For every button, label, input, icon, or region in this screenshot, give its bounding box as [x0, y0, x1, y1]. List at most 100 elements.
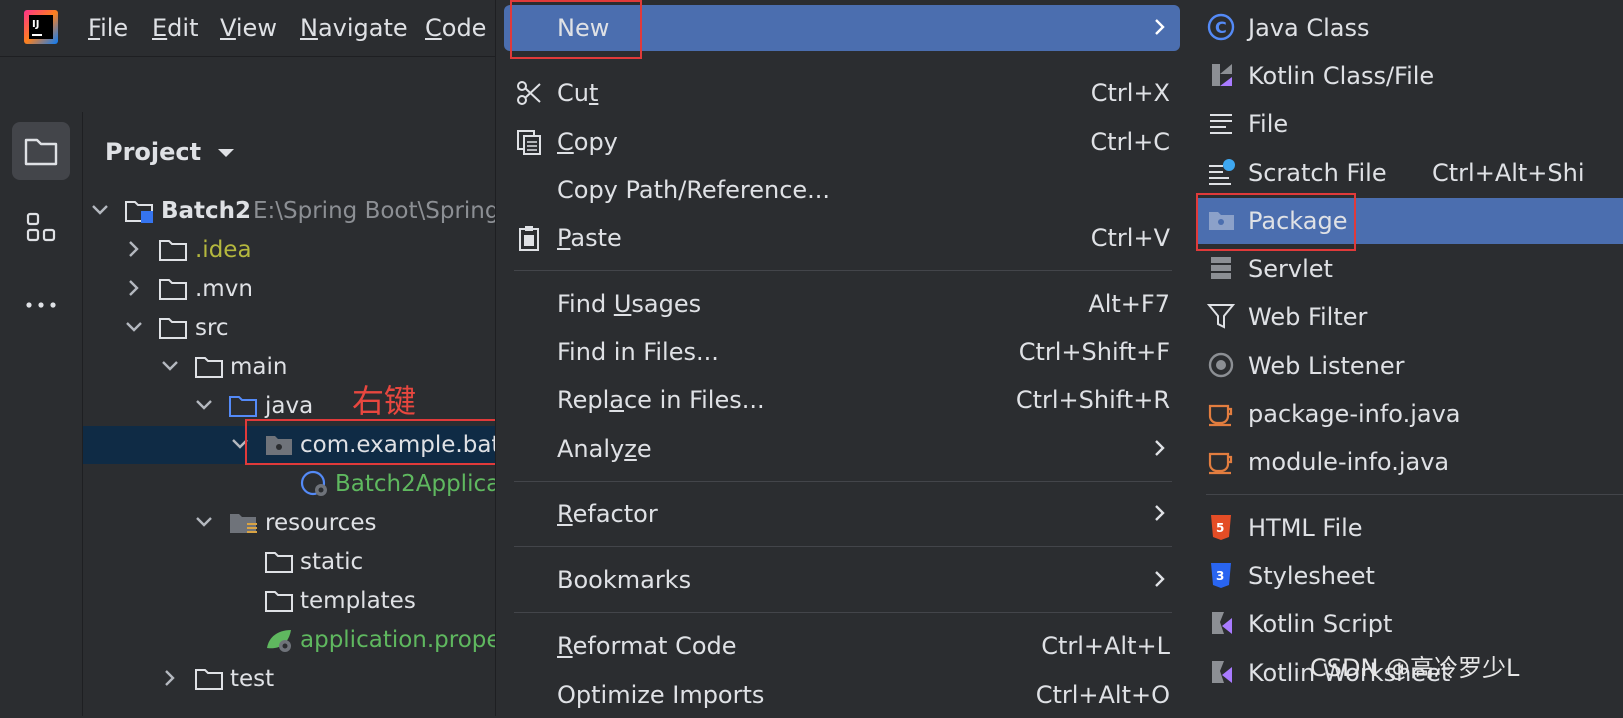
menu-separator — [514, 270, 1172, 271]
submenu-item-file[interactable]: File — [1196, 101, 1623, 147]
module-path: E:\Spring Boot\Spring — [253, 198, 495, 224]
menu-separator — [1206, 494, 1623, 495]
tree-item-batch2-application[interactable]: Batch2Applica — [83, 465, 495, 503]
menu-item-optimize-imports[interactable]: Optimize Imports Ctrl+Alt+O — [504, 672, 1180, 718]
module-folder-icon — [125, 201, 153, 223]
submenu-item-kotlin-script[interactable]: Kotlin Script — [1196, 601, 1623, 647]
css3-icon: 3 — [1211, 563, 1231, 588]
chevron-down-icon — [92, 205, 108, 215]
submenu-item-scratch-file[interactable]: Scratch File Ctrl+Alt+Shi — [1196, 150, 1623, 196]
tree-item-mvn[interactable]: .mvn — [83, 270, 495, 308]
submenu-item-stylesheet[interactable]: 3 Stylesheet — [1196, 553, 1623, 599]
menu-item-cut[interactable]: Cut Ctrl+X — [504, 70, 1180, 116]
submenu-item-servlet[interactable]: Servlet — [1196, 246, 1623, 292]
chevron-down-icon — [196, 517, 212, 527]
chevron-right-icon — [1155, 19, 1165, 35]
project-view-selector[interactable]: Project — [105, 138, 237, 166]
svg-text:C: C — [1215, 18, 1227, 37]
html5-icon: 5 — [1211, 515, 1231, 540]
chevron-down-icon — [162, 361, 178, 371]
tree-item-label: main — [230, 354, 288, 380]
tree-item-label: templates — [300, 588, 416, 614]
tree-item-label: java — [265, 393, 314, 419]
folder-icon — [265, 591, 293, 612]
watermark: CSDN @高冷罗少L — [1310, 654, 1520, 682]
listener-icon — [1208, 352, 1234, 378]
menu-item-replace-in-files[interactable]: Replace in Files... Ctrl+Shift+R — [504, 377, 1180, 423]
tree-item-batch2[interactable]: Batch2 E:\Spring Boot\Spring — [83, 192, 495, 230]
submenu-item-web-listener[interactable]: Web Listener — [1196, 343, 1623, 389]
more-tools-button[interactable] — [12, 276, 70, 334]
menu-item-copy[interactable]: Copy Ctrl+C — [504, 119, 1180, 165]
filter-icon — [1206, 304, 1236, 329]
tool-window-strip — [0, 112, 83, 716]
menu-item-reformat-code[interactable]: Reformat Code Ctrl+Alt+L — [504, 623, 1180, 669]
scratch-file-icon — [1209, 159, 1235, 185]
file-lines-icon — [1210, 114, 1232, 134]
submenu-item-html-file[interactable]: 5 HTML File — [1196, 505, 1623, 551]
main-menu-bar: IJ File Edit View Navigate Code — [0, 0, 520, 56]
new-submenu: C Java Class Kotlin Class/File File Scra… — [1188, 0, 1623, 716]
java-cup-icon — [1208, 404, 1233, 427]
menu-view[interactable]: View — [220, 14, 277, 42]
folder-icon — [159, 318, 187, 339]
folder-icon — [159, 240, 187, 261]
tree-item-static[interactable]: static — [83, 543, 495, 581]
menu-item-find-in-files[interactable]: Find in Files... Ctrl+Shift+F — [504, 329, 1180, 375]
menu-separator — [514, 546, 1172, 547]
annotation-highlight-box — [1196, 193, 1356, 251]
spring-properties-icon — [267, 630, 291, 652]
kotlin-icon — [1212, 64, 1232, 86]
project-panel: Project Batch2 E:\Spring Boot\Spring .id… — [83, 112, 495, 716]
menu-file[interactable]: File — [88, 14, 128, 42]
tree-item-src[interactable]: src — [83, 309, 495, 347]
svg-text:IJ: IJ — [32, 19, 39, 30]
tree-item-idea[interactable]: .idea — [83, 231, 495, 269]
spring-boot-class-icon — [300, 470, 327, 496]
project-tool-button[interactable] — [12, 122, 70, 180]
folder-icon — [195, 669, 223, 690]
submenu-item-package-info[interactable]: package-info.java — [1196, 391, 1623, 437]
svg-text:3: 3 — [1216, 569, 1224, 583]
tree-item-resources[interactable]: resources — [83, 504, 495, 542]
kotlin-worksheet-icon — [1212, 661, 1232, 683]
menu-item-find-usages[interactable]: Find Usages Alt+F7 — [504, 281, 1180, 327]
servlet-icon — [1211, 257, 1231, 279]
structure-icon — [26, 212, 56, 242]
right-click-annotation: 右键 — [352, 382, 417, 420]
menu-code[interactable]: Code — [425, 14, 486, 42]
folder-icon — [195, 357, 223, 378]
menu-navigate[interactable]: Navigate — [300, 14, 408, 42]
tree-item-application-properties[interactable]: application.prope — [83, 621, 495, 659]
tree-item-templates[interactable]: templates — [83, 582, 495, 620]
tree-item-label: resources — [265, 510, 377, 536]
tree-item-test[interactable]: test — [83, 660, 495, 698]
tree-item-main[interactable]: main — [83, 348, 495, 386]
chevron-right-icon — [1155, 440, 1165, 456]
clipboard-icon — [519, 226, 539, 251]
chevron-down-icon — [126, 322, 142, 332]
toolbar-row — [0, 56, 495, 114]
menu-item-bookmarks[interactable]: Bookmarks — [504, 557, 1180, 603]
submenu-item-java-class[interactable]: C Java Class — [1196, 5, 1623, 51]
context-menu: New Cut Ctrl+X Copy Ctrl+C Copy Path/Ref… — [495, 0, 1190, 716]
submenu-item-module-info[interactable]: module-info.java — [1196, 439, 1623, 485]
tree-item-label: src — [195, 315, 229, 341]
source-folder-icon — [229, 396, 257, 417]
tree-item-label: Batch2 — [161, 198, 252, 224]
resources-folder-icon — [230, 514, 257, 533]
menu-item-refactor[interactable]: Refactor — [504, 491, 1180, 537]
submenu-item-kotlin-class[interactable]: Kotlin Class/File — [1196, 53, 1623, 99]
submenu-item-web-filter[interactable]: Web Filter — [1196, 294, 1623, 340]
folder-icon — [159, 279, 187, 300]
menu-item-copy-path[interactable]: Copy Path/Reference... — [504, 167, 1180, 213]
chevron-right-icon — [1155, 571, 1165, 587]
menu-item-paste[interactable]: Paste Ctrl+V — [504, 215, 1180, 261]
tree-item-label: application.prope — [300, 627, 495, 653]
menu-item-analyze[interactable]: Analyze — [504, 426, 1180, 472]
menu-edit[interactable]: Edit — [152, 14, 198, 42]
folder-icon — [265, 552, 293, 573]
more-dots-icon — [26, 302, 56, 308]
tree-item-label: .idea — [195, 237, 252, 263]
structure-tool-button[interactable] — [12, 200, 70, 258]
